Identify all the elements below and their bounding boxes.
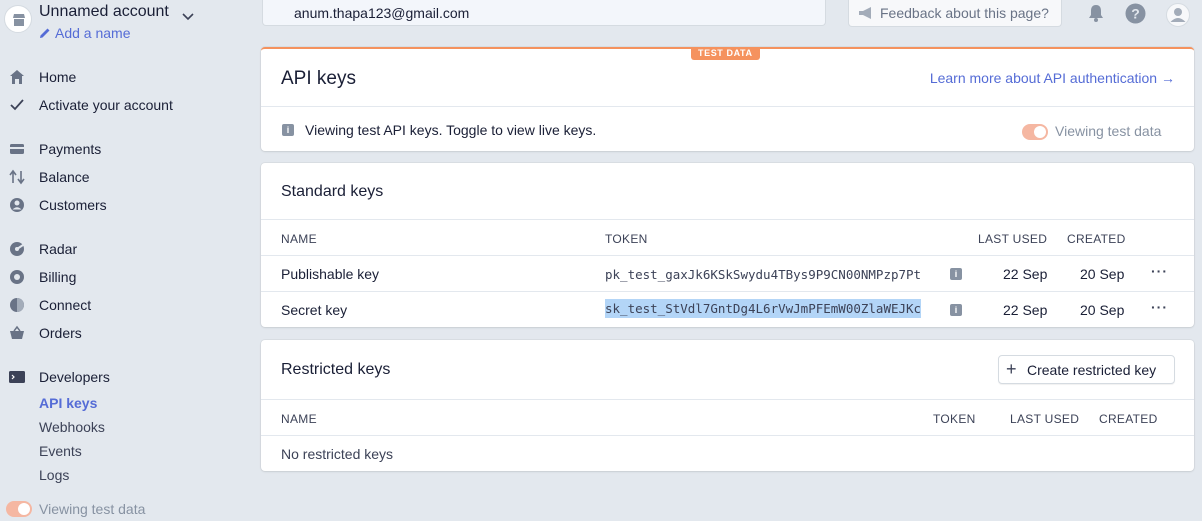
section-title: Restricted keys: [281, 361, 391, 378]
api-keys-card: TEST DATA API keys Learn more about API …: [261, 47, 1194, 151]
sidebar: Unnamed account Add a name Home Activate…: [0, 0, 240, 521]
section-title: Standard keys: [281, 183, 384, 200]
bell-icon[interactable]: [1086, 3, 1106, 23]
divider: [261, 255, 1194, 256]
sidebar-subitem-webhooks[interactable]: Webhooks: [39, 419, 105, 435]
view-test-data-label: Viewing test data: [1055, 123, 1162, 139]
info-text: Viewing test API keys. Toggle to view li…: [305, 122, 597, 138]
sidebar-item-home[interactable]: Home: [0, 65, 240, 89]
column-header-token: TOKEN: [933, 412, 976, 426]
sidebar-item-customers[interactable]: Customers: [0, 193, 240, 217]
plus-icon: +: [1006, 359, 1017, 379]
column-header-last-used: LAST USED: [1010, 412, 1080, 426]
column-header-name: NAME: [281, 412, 317, 426]
secret-key-token[interactable]: sk_test_StVdl7GntDg4L6rVwJmPFEmW00ZlaWEJ…: [605, 299, 922, 318]
account-name: Unnamed account: [39, 3, 169, 20]
divider: [261, 219, 1194, 220]
test-data-badge: TEST DATA: [691, 47, 760, 60]
divider: [261, 435, 1194, 436]
home-icon: [10, 70, 24, 84]
balance-icon: [9, 169, 25, 185]
info-icon: i: [282, 124, 294, 136]
help-icon[interactable]: ?: [1125, 3, 1146, 24]
sidebar-item-billing[interactable]: Billing: [0, 265, 240, 289]
store-icon: [4, 5, 32, 33]
sidebar-item-orders[interactable]: Orders: [0, 321, 240, 345]
sidebar-item-connect[interactable]: Connect: [0, 293, 240, 317]
sidebar-subitem-logs[interactable]: Logs: [39, 467, 69, 483]
megaphone-icon: [859, 7, 871, 19]
create-restricted-key-button[interactable]: + Create restricted key: [998, 355, 1175, 384]
sidebar-item-activate[interactable]: Activate your account: [0, 93, 240, 117]
connect-icon: [10, 298, 24, 312]
empty-state-text: No restricted keys: [281, 446, 394, 462]
last-used-date: 22 Sep: [1003, 266, 1048, 282]
sidebar-item-balance[interactable]: Balance: [0, 165, 240, 189]
column-header-name: NAME: [281, 232, 317, 246]
chevron-down-icon[interactable]: [182, 13, 194, 21]
billing-icon: [10, 270, 24, 284]
terminal-icon: [9, 371, 25, 383]
customers-icon: [10, 198, 24, 212]
add-name-link[interactable]: Add a name: [39, 25, 131, 41]
key-name: Publishable key: [281, 266, 380, 282]
user-avatar-icon[interactable]: [1166, 3, 1190, 27]
radar-icon: [10, 242, 24, 256]
test-data-toggle-label: Viewing test data: [39, 501, 146, 517]
account-switcher[interactable]: Unnamed account Add a name: [0, 0, 240, 44]
learn-more-link[interactable]: Learn more about API authentication →: [930, 70, 1175, 86]
sidebar-item-developers[interactable]: Developers: [0, 365, 240, 389]
standard-keys-card: Standard keys NAME TOKEN LAST USED CREAT…: [261, 163, 1194, 327]
last-used-date: 22 Sep: [1003, 302, 1048, 318]
sidebar-subitem-api-keys[interactable]: API keys: [39, 395, 97, 411]
pencil-icon: [40, 28, 50, 38]
restricted-keys-card: Restricted keys + Create restricted key …: [261, 340, 1194, 471]
column-header-last-used: LAST USED: [978, 232, 1048, 246]
search-input[interactable]: anum.thapa123@gmail.com: [262, 0, 826, 26]
more-options-icon[interactable]: ···: [1151, 299, 1168, 315]
test-data-toggle[interactable]: [6, 501, 32, 517]
info-icon[interactable]: i: [950, 268, 962, 280]
sidebar-item-radar[interactable]: Radar: [0, 237, 240, 261]
key-name: Secret key: [281, 302, 348, 318]
orders-icon: [10, 325, 24, 339]
feedback-button[interactable]: Feedback about this page?: [848, 0, 1062, 27]
divider: [261, 399, 1194, 400]
column-header-created: CREATED: [1067, 232, 1126, 246]
column-header-token: TOKEN: [605, 232, 648, 246]
info-icon[interactable]: i: [950, 304, 962, 316]
column-header-created: CREATED: [1099, 412, 1158, 426]
sidebar-subitem-events[interactable]: Events: [39, 443, 82, 459]
svg-text:?: ?: [1131, 6, 1140, 22]
payments-icon: [10, 144, 24, 154]
sidebar-item-payments[interactable]: Payments: [0, 137, 240, 161]
created-date: 20 Sep: [1080, 266, 1125, 282]
view-test-data-toggle[interactable]: [1022, 124, 1048, 140]
publishable-key-token[interactable]: pk_test_gaxJk6KSkSwydu4TBys9P9CN00NMPzp7…: [605, 267, 921, 282]
divider: [261, 106, 1194, 107]
created-date: 20 Sep: [1080, 302, 1125, 318]
divider: [261, 291, 1194, 292]
more-options-icon[interactable]: ···: [1151, 263, 1168, 279]
checkmark-icon: [10, 99, 24, 111]
page-title: API keys: [281, 68, 356, 89]
